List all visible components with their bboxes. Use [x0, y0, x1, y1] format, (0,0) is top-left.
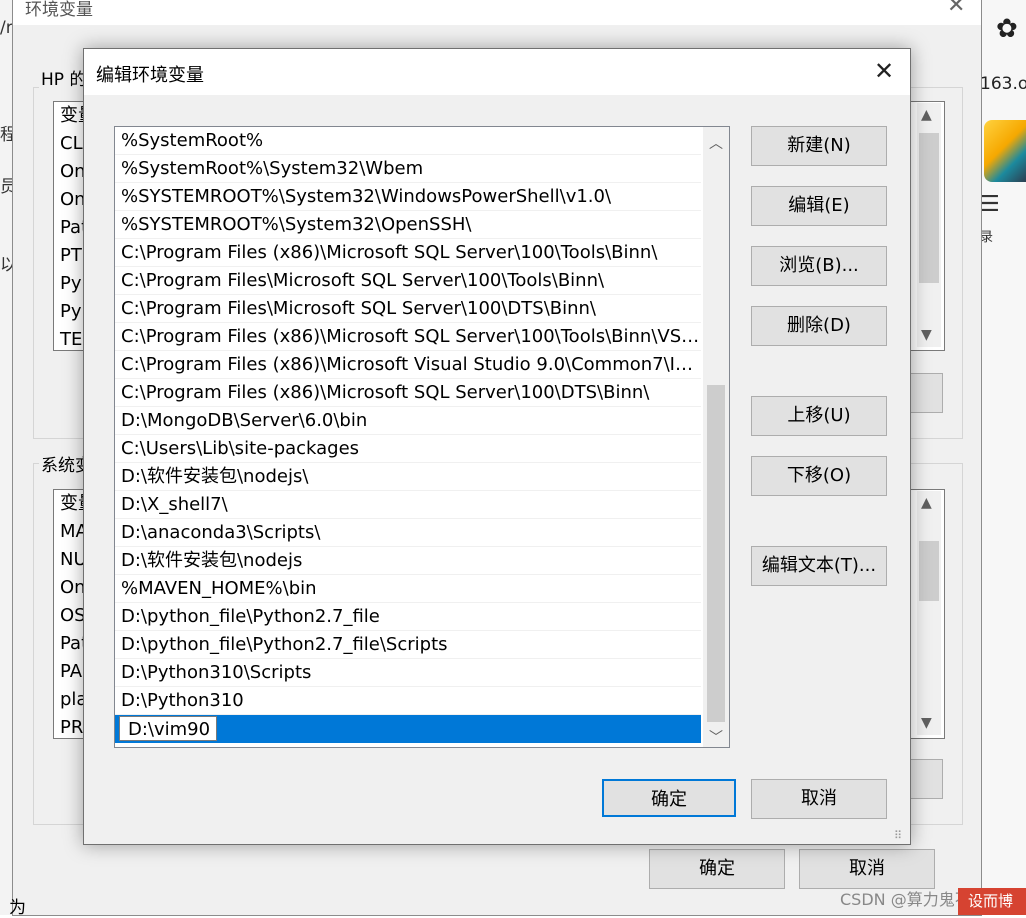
chevron-down-icon[interactable]: ﹀: [709, 727, 723, 747]
browser-url-fragment: 163.or: [980, 74, 1026, 94]
browser-thumbnail[interactable]: [984, 120, 1026, 182]
path-item[interactable]: D:\Python310: [115, 687, 701, 715]
scrollbar-thumb[interactable]: [919, 541, 939, 601]
new-button[interactable]: 新建(N): [751, 126, 887, 166]
move-up-button[interactable]: 上移(U): [751, 396, 887, 436]
move-down-button[interactable]: 下移(O): [751, 456, 887, 496]
user-list-scrollbar[interactable]: ▲ ▼: [917, 103, 941, 347]
path-item[interactable]: C:\Program Files (x86)\Microsoft Visual …: [115, 351, 701, 379]
path-item[interactable]: %SYSTEMROOT%\System32\OpenSSH\: [115, 211, 701, 239]
path-edit-field[interactable]: D:\vim90: [119, 716, 217, 741]
chevron-down-icon[interactable]: ▼: [921, 327, 932, 343]
menu-icon[interactable]: ☰: [980, 192, 1000, 217]
path-item[interactable]: D:\anaconda3\Scripts\: [115, 519, 701, 547]
path-item[interactable]: D:\python_file\Python2.7_file\Scripts: [115, 631, 701, 659]
close-icon[interactable]: ✕: [947, 0, 965, 18]
system-list-scrollbar[interactable]: ▲ ▼: [917, 491, 941, 735]
chevron-up-icon[interactable]: ▲: [921, 495, 932, 511]
ok-button[interactable]: 确定: [602, 779, 736, 817]
path-item-selected[interactable]: D:\vim90: [115, 715, 701, 743]
user-variables-label: HP 的: [39, 65, 89, 90]
chevron-down-icon[interactable]: ▼: [921, 715, 932, 731]
gear-icon[interactable]: ✿: [996, 14, 1018, 44]
browse-button[interactable]: 浏览(B)...: [751, 246, 887, 286]
resize-grip-icon[interactable]: ⠿: [894, 829, 902, 842]
left-fragment: /r: [0, 18, 13, 38]
dialog-titlebar: 编辑环境变量 ✕: [84, 49, 910, 95]
path-item[interactable]: D:\X_shell7\: [115, 491, 701, 519]
scrollbar-thumb[interactable]: [919, 133, 939, 283]
path-item[interactable]: C:\Program Files (x86)\Microsoft SQL Ser…: [115, 323, 701, 351]
path-item[interactable]: C:\Users\Lib\site-packages: [115, 435, 701, 463]
parent-ok-button[interactable]: 确定: [649, 849, 785, 889]
edit-env-var-dialog: 编辑环境变量 ✕ %SystemRoot% %SystemRoot%\Syste…: [83, 48, 911, 845]
corner-badge[interactable]: 设而博: [958, 888, 1026, 915]
path-item[interactable]: D:\软件安装包\nodejs: [115, 547, 701, 575]
edit-text-button[interactable]: 编辑文本(T)...: [751, 546, 887, 586]
parent-titlebar: 环境变量 ✕: [13, 0, 981, 25]
path-item[interactable]: %MAVEN_HOME%\bin: [115, 575, 701, 603]
path-item[interactable]: %SYSTEMROOT%\System32\WindowsPowerShell\…: [115, 183, 701, 211]
path-item[interactable]: D:\MongoDB\Server\6.0\bin: [115, 407, 701, 435]
cancel-button[interactable]: 取消: [751, 779, 887, 819]
parent-bottom-text: 为: [9, 898, 26, 918]
path-item[interactable]: D:\python_file\Python2.7_file: [115, 603, 701, 631]
path-item[interactable]: C:\Program Files\Microsoft SQL Server\10…: [115, 295, 701, 323]
path-item[interactable]: %SystemRoot%: [115, 127, 701, 155]
path-item[interactable]: C:\Program Files\Microsoft SQL Server\10…: [115, 267, 701, 295]
edit-button[interactable]: 编辑(E): [751, 186, 887, 226]
scrollbar-thumb[interactable]: [707, 385, 725, 722]
chevron-up-icon[interactable]: ︿: [709, 133, 723, 153]
path-list[interactable]: %SystemRoot% %SystemRoot%\System32\Wbem …: [114, 126, 730, 748]
parent-window-title: 环境变量: [25, 0, 93, 20]
path-item[interactable]: C:\Program Files (x86)\Microsoft SQL Ser…: [115, 239, 701, 267]
path-item[interactable]: %SystemRoot%\System32\Wbem: [115, 155, 701, 183]
dialog-title: 编辑环境变量: [96, 65, 204, 86]
path-item[interactable]: D:\软件安装包\nodejs\: [115, 463, 701, 491]
delete-button[interactable]: 删除(D): [751, 306, 887, 346]
close-icon[interactable]: ✕: [874, 57, 894, 85]
parent-cancel-button[interactable]: 取消: [799, 849, 935, 889]
path-item[interactable]: D:\Python310\Scripts: [115, 659, 701, 687]
chevron-up-icon[interactable]: ▲: [921, 107, 932, 123]
path-list-scrollbar[interactable]: ︿ ﹀: [703, 127, 729, 747]
path-item[interactable]: C:\Program Files (x86)\Microsoft SQL Ser…: [115, 379, 701, 407]
